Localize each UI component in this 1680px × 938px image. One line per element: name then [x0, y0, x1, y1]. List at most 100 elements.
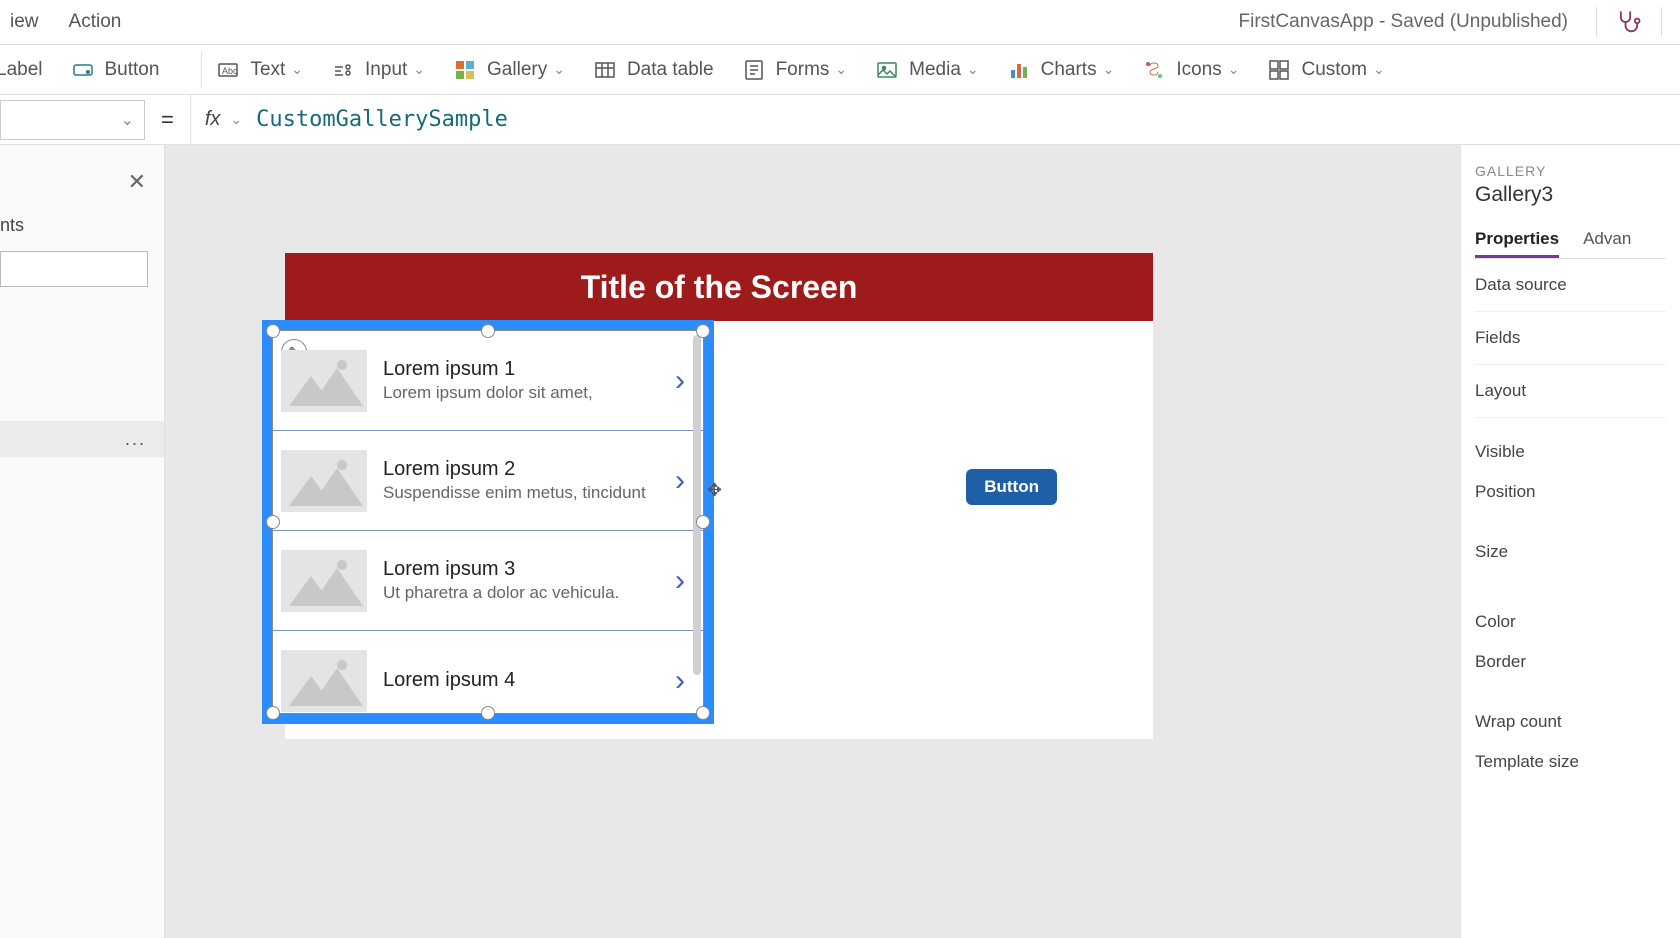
resize-handle[interactable] — [696, 706, 710, 720]
tree-tab-label: nts — [0, 215, 24, 236]
gallery-item[interactable]: Lorem ipsum 4 › — [273, 631, 703, 713]
control-type-label: GALLERY — [1475, 163, 1666, 179]
chevron-right-icon[interactable]: › — [675, 364, 685, 398]
gallery-item-text: Lorem ipsum 4 — [383, 669, 675, 694]
forms-icon — [742, 58, 766, 82]
menu-action[interactable]: Action — [69, 11, 122, 33]
ribbon-charts[interactable]: Charts ⌄ — [1007, 58, 1115, 82]
equals-sign: = — [161, 107, 174, 133]
prop-fields[interactable]: Fields — [1475, 312, 1666, 365]
chevron-down-icon: ⌄ — [1103, 61, 1115, 78]
divider — [1596, 7, 1597, 37]
gallery-item[interactable]: Lorem ipsum 3 Ut pharetra a dolor ac veh… — [273, 531, 703, 631]
prop-layout[interactable]: Layout — [1475, 365, 1666, 418]
ribbon-data-table-label: Data table — [627, 59, 714, 81]
resize-handle[interactable] — [266, 324, 280, 338]
close-icon[interactable]: ✕ — [128, 169, 146, 195]
properties-tabs: Properties Advan — [1475, 223, 1666, 259]
ribbon-text-label: Text — [250, 59, 285, 81]
resize-handle[interactable] — [481, 324, 495, 338]
ribbon-button[interactable]: Button — [71, 58, 160, 82]
svg-text:Abc: Abc — [222, 66, 238, 76]
gallery-inner: ✎ Lorem ipsum 1 Lorem ipsum dolor sit am… — [272, 330, 704, 714]
resize-handle[interactable] — [696, 324, 710, 338]
workspace: ✕ nts ... Title of the Screen Button ✎ L… — [0, 145, 1680, 938]
placeholder-image-icon — [281, 650, 367, 712]
tree-view-panel: ✕ nts ... — [0, 145, 165, 938]
property-selector[interactable]: ⌄ — [0, 100, 145, 140]
tab-properties[interactable]: Properties — [1475, 223, 1559, 258]
ribbon-custom[interactable]: Custom⌄ — [1267, 58, 1384, 82]
prop-color[interactable]: Color — [1475, 602, 1666, 642]
ribbon-gallery[interactable]: Gallery⌄ — [453, 58, 565, 82]
gallery-item[interactable]: Lorem ipsum 2 Suspendisse enim metus, ti… — [273, 431, 703, 531]
tree-selected-row[interactable]: ... — [0, 421, 164, 457]
formula-bar: ⌄ = fx ⌄ CustomGallerySample — [0, 95, 1680, 145]
chevron-down-icon: ⌄ — [230, 111, 242, 128]
resize-handle[interactable] — [481, 706, 495, 720]
gallery-item-title: Lorem ipsum 4 — [383, 669, 675, 692]
ribbon-text[interactable]: Abc Text ⌄ — [216, 58, 303, 82]
ribbon-forms[interactable]: Forms ⌄ — [742, 58, 848, 82]
ribbon-media[interactable]: Media⌄ — [875, 58, 978, 82]
placeholder-image-icon — [281, 550, 367, 612]
gallery-item-title: Lorem ipsum 1 — [383, 358, 675, 381]
properties-panel: GALLERY Gallery3 Properties Advan Data s… — [1460, 145, 1680, 938]
label-text: Label — [0, 59, 43, 81]
fx-label: fx — [205, 108, 221, 131]
prop-size[interactable]: Size — [1475, 532, 1666, 572]
resize-handle[interactable] — [266, 706, 280, 720]
gallery-item-subtitle: Suspendisse enim metus, tincidunt — [383, 483, 675, 503]
gallery-item-subtitle: Lorem ipsum dolor sit amet, — [383, 383, 675, 403]
gallery-item-text: Lorem ipsum 3 Ut pharetra a dolor ac veh… — [383, 558, 675, 603]
chevron-down-icon: ⌄ — [1228, 61, 1240, 78]
app-status: FirstCanvasApp - Saved (Unpublished) — [1239, 11, 1569, 33]
top-menu-bar: iew Action FirstCanvasApp - Saved (Unpub… — [0, 0, 1680, 45]
prop-visible[interactable]: Visible — [1475, 432, 1666, 472]
resize-handle[interactable] — [266, 515, 280, 529]
chevron-right-icon[interactable]: › — [675, 664, 685, 698]
tree-search-input[interactable] — [0, 251, 148, 287]
screen-header: Title of the Screen — [285, 253, 1153, 321]
ribbon-icons-label: Icons — [1176, 59, 1221, 81]
resize-handle[interactable] — [696, 515, 710, 529]
ribbon-icons[interactable]: Icons ⌄ — [1142, 58, 1239, 82]
formula-text[interactable]: CustomGallerySample — [256, 107, 508, 132]
prop-data-source[interactable]: Data source — [1475, 259, 1666, 312]
text-icon: Abc — [216, 58, 240, 82]
ribbon-label[interactable]: Label — [0, 59, 43, 81]
chevron-down-icon: ⌄ — [835, 61, 847, 78]
control-name[interactable]: Gallery3 — [1475, 183, 1666, 207]
chevron-down-icon: ⌄ — [291, 61, 303, 78]
chevron-right-icon[interactable]: › — [675, 464, 685, 498]
charts-icon — [1007, 58, 1031, 82]
menu-view[interactable]: iew — [10, 11, 39, 33]
canvas-button[interactable]: Button — [966, 469, 1057, 505]
ribbon-button-label: Button — [105, 59, 160, 81]
prop-wrap-count[interactable]: Wrap count — [1475, 702, 1666, 742]
canvas-area[interactable]: Title of the Screen Button ✎ Lorem ipsum… — [165, 145, 1460, 938]
tab-advanced[interactable]: Advan — [1583, 223, 1631, 258]
ribbon-charts-label: Charts — [1041, 59, 1097, 81]
more-icon[interactable]: ... — [125, 429, 146, 450]
app-checker-icon[interactable] — [1615, 8, 1643, 36]
prop-border[interactable]: Border — [1475, 642, 1666, 682]
gallery-item-text: Lorem ipsum 1 Lorem ipsum dolor sit amet… — [383, 358, 675, 403]
prop-template-size[interactable]: Template size — [1475, 742, 1666, 782]
placeholder-image-icon — [281, 350, 367, 412]
ribbon-input-label: Input — [365, 59, 407, 81]
prop-position[interactable]: Position — [1475, 472, 1666, 512]
divider — [1661, 7, 1662, 37]
chevron-right-icon[interactable]: › — [675, 564, 685, 598]
scrollbar[interactable] — [693, 335, 701, 675]
gallery-control-selected[interactable]: ✎ Lorem ipsum 1 Lorem ipsum dolor sit am… — [262, 320, 714, 724]
ribbon-input[interactable]: Input⌄ — [331, 58, 425, 82]
ribbon-data-table[interactable]: Data table — [593, 58, 714, 82]
ribbon-media-label: Media — [909, 59, 961, 81]
ribbon-separator — [201, 52, 202, 88]
formula-input-area[interactable]: fx ⌄ CustomGallerySample — [190, 95, 508, 144]
placeholder-image-icon — [281, 450, 367, 512]
gallery-item[interactable]: Lorem ipsum 1 Lorem ipsum dolor sit amet… — [273, 331, 703, 431]
ribbon-forms-label: Forms — [776, 59, 830, 81]
icons-icon — [1142, 58, 1166, 82]
